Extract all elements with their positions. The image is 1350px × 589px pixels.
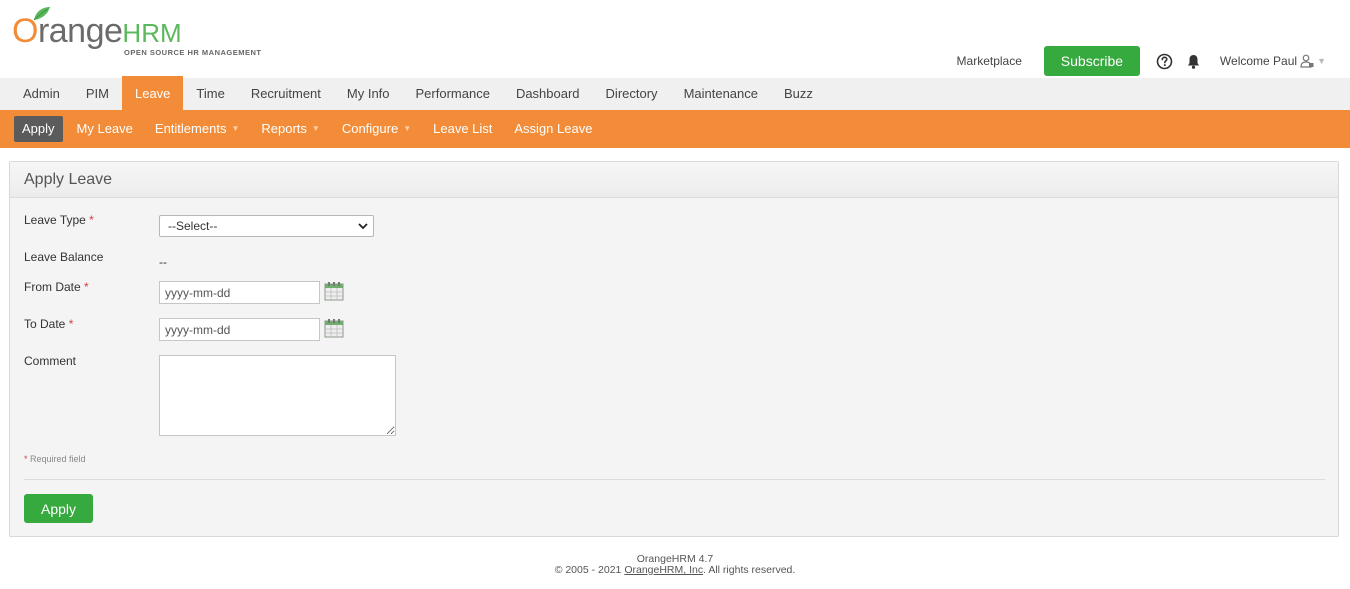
main-menu-pim[interactable]: PIM — [73, 78, 122, 110]
sub-menu-apply[interactable]: Apply — [14, 116, 63, 142]
logo-tagline: OPEN SOURCE HR MANAGEMENT — [124, 48, 262, 57]
comment-label: Comment — [24, 354, 77, 368]
sub-menu-label: Configure — [341, 121, 399, 136]
main-menu-maintenance[interactable]: Maintenance — [671, 78, 771, 110]
form-divider — [24, 479, 1325, 480]
apply-button[interactable]: Apply — [24, 494, 93, 523]
to-date-input[interactable] — [159, 318, 320, 341]
main-menu-buzz[interactable]: Buzz — [771, 78, 826, 110]
sub-menu-label: Apply — [22, 121, 55, 136]
page-title: Apply Leave — [24, 171, 113, 188]
leave-sub-menu: Apply My Leave Entitlements ▼ Reports ▼ Config… — [0, 110, 1350, 148]
calendar-icon[interactable] — [324, 318, 344, 338]
from-date-input[interactable] — [159, 281, 320, 304]
leave-type-selected: --Select-- — [168, 219, 218, 233]
orangehrm-logo[interactable]: OrangeHRM OPEN SOURCE HR MANAGEMENT — [12, 6, 272, 60]
footer-copyright: © 2005 - 2021 OrangeHRM, Inc. All rights… — [0, 565, 1350, 576]
sub-menu-label: My Leave — [76, 121, 133, 136]
top-right-toolbar: Marketplace Subscribe Welcome Paul ▼ — [957, 46, 1326, 76]
calendar-icon[interactable] — [324, 281, 344, 301]
chevron-down-icon: ▼ — [311, 124, 320, 133]
logo-wordmark: OrangeHRM — [12, 14, 182, 50]
required-star: * — [24, 454, 28, 464]
sub-menu-reports[interactable]: Reports ▼ — [253, 116, 327, 142]
sub-menu-configure[interactable]: Configure ▼ — [334, 116, 419, 142]
main-menu-dashboard[interactable]: Dashboard — [503, 78, 593, 110]
leave-balance-label: Leave Balance — [24, 250, 104, 264]
main-menu: Admin PIM Leave Time Recruitment My Info Perfo… — [0, 76, 1350, 110]
bell-icon[interactable] — [1185, 53, 1202, 70]
chevron-down-icon: ▼ — [231, 124, 240, 133]
to-date-label: To Date * — [24, 317, 73, 331]
main-menu-my-info[interactable]: My Info — [334, 78, 403, 110]
main-menu-leave[interactable]: Leave — [121, 76, 184, 110]
user-lock-icon — [1300, 54, 1314, 68]
copyright-suffix: . All rights reserved. — [703, 564, 796, 576]
main-menu-time[interactable]: Time — [183, 78, 237, 110]
sub-menu-my-leave[interactable]: My Leave — [69, 116, 141, 142]
required-star: * — [89, 213, 94, 227]
logo-o: O — [12, 12, 38, 50]
chevron-down-icon: ▼ — [1317, 56, 1326, 66]
header: OrangeHRM OPEN SOURCE HR MANAGEMENT Mark… — [0, 0, 1350, 79]
sub-menu-label: Assign Leave — [514, 121, 593, 136]
subscribe-button[interactable]: Subscribe — [1043, 46, 1140, 76]
welcome-user-menu[interactable]: Welcome Paul ▼ — [1220, 54, 1326, 68]
apply-leave-panel: Apply Leave Leave Type * --Select-- Leav… — [9, 161, 1339, 537]
logo-hrm: HRM — [122, 18, 182, 48]
from-date-label-text: From Date — [24, 280, 81, 294]
question-circle-icon[interactable] — [1156, 53, 1173, 70]
panel-header: Apply Leave — [10, 162, 1338, 198]
sub-menu-label: Reports — [261, 121, 307, 136]
footer: OrangeHRM 4.7 © 2005 - 2021 OrangeHRM, I… — [0, 554, 1350, 576]
leave-type-select[interactable]: --Select-- — [159, 215, 374, 237]
chevron-down-icon: ▼ — [403, 124, 412, 133]
from-date-label: From Date * — [24, 280, 89, 294]
welcome-text: Welcome Paul — [1219, 54, 1298, 68]
required-star: * — [84, 280, 89, 294]
company-link[interactable]: OrangeHRM, Inc — [624, 564, 703, 576]
required-star: * — [68, 317, 74, 331]
leave-type-label: Leave Type * — [24, 213, 94, 227]
leave-type-label-text: Leave Type — [24, 213, 86, 227]
copyright-prefix: © 2005 - 2021 — [554, 564, 625, 576]
main-menu-recruitment[interactable]: Recruitment — [238, 78, 334, 110]
leave-balance-value: -- — [159, 255, 167, 269]
sub-menu-label: Entitlements — [154, 121, 227, 136]
sub-menu-leave-list[interactable]: Leave List — [425, 116, 500, 142]
logo-range: range — [37, 12, 123, 50]
sub-menu-entitlements[interactable]: Entitlements ▼ — [147, 116, 247, 142]
main-menu-admin[interactable]: Admin — [10, 78, 73, 110]
to-date-label-text: To Date — [24, 317, 66, 331]
sub-menu-label: Leave List — [433, 121, 493, 136]
required-field-note: * Required field — [24, 454, 86, 464]
chevron-down-icon — [358, 223, 368, 230]
main-menu-performance[interactable]: Performance — [403, 78, 503, 110]
comment-textarea[interactable] — [159, 355, 396, 436]
sub-menu-assign-leave[interactable]: Assign Leave — [506, 116, 600, 142]
required-note-text: Required field — [30, 454, 86, 464]
main-menu-directory[interactable]: Directory — [593, 78, 671, 110]
marketplace-link[interactable]: Marketplace — [957, 54, 1022, 68]
